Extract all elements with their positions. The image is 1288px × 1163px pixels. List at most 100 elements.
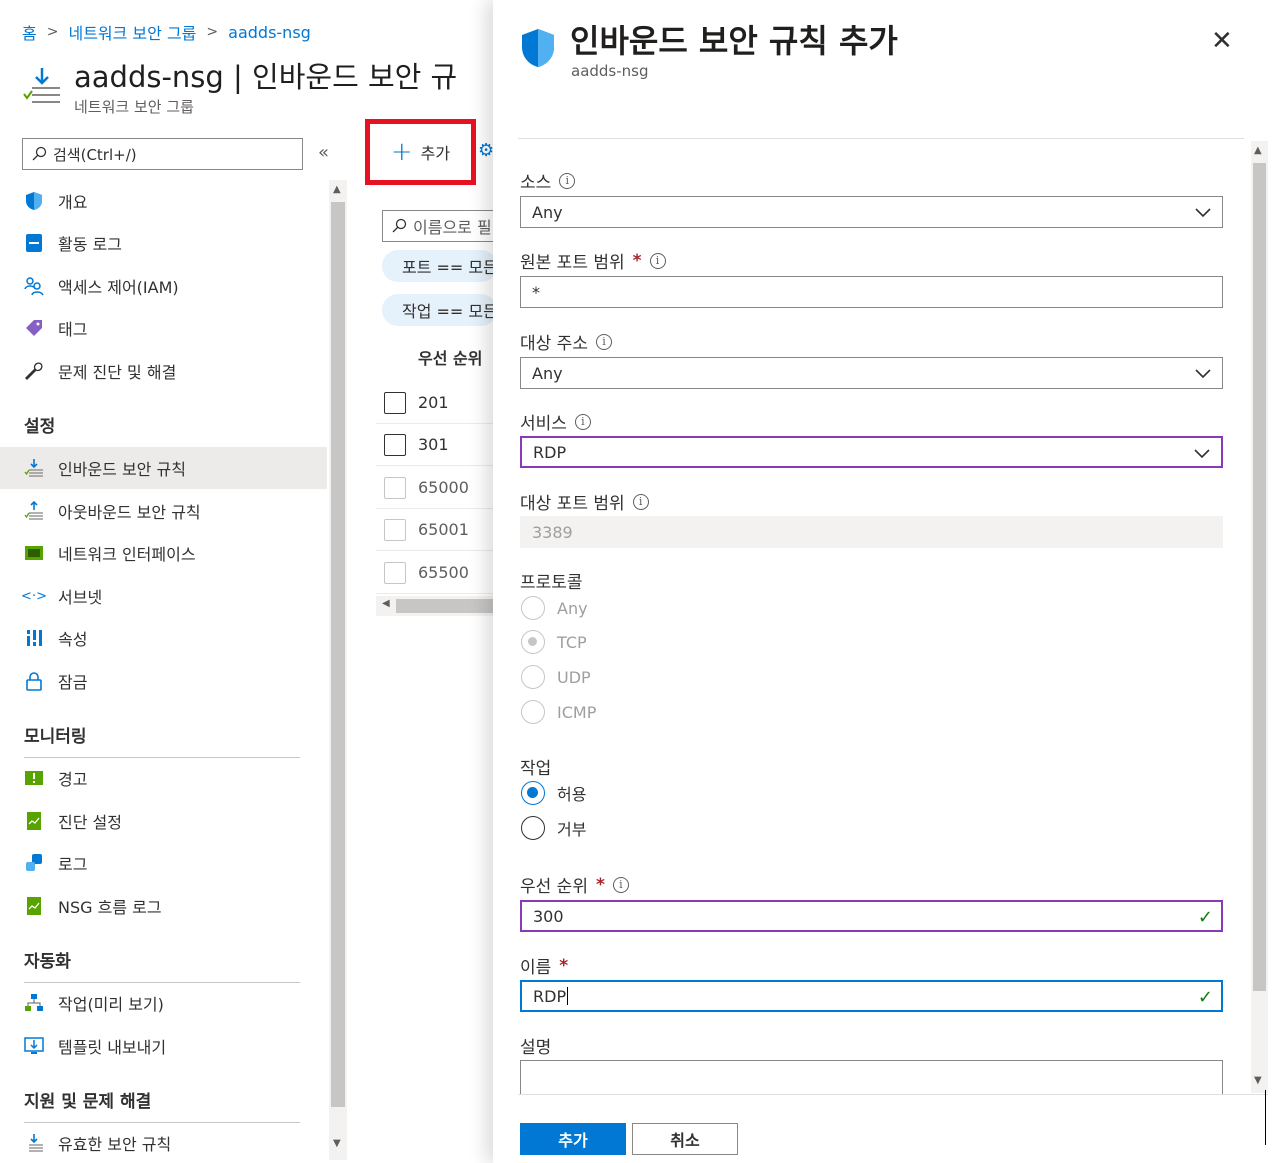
sidebar-item-diagnose[interactable]: 문제 진단 및 해결 [0, 350, 327, 392]
scrollbar-thumb[interactable] [396, 599, 496, 613]
add-button[interactable]: 추가 [520, 1123, 626, 1155]
scroll-up-icon[interactable]: ▲ [333, 184, 341, 195]
priority-input[interactable]: 300 ✓ [520, 900, 1223, 932]
info-icon[interactable]: i [595, 333, 612, 350]
scrollbar-thumb[interactable] [1253, 163, 1266, 991]
sidebar-search-placeholder: 검색(Ctrl+/) [53, 145, 137, 164]
search-icon [32, 146, 47, 161]
subnet-icon: <·> [21, 588, 47, 604]
table-row[interactable]: 201 [376, 382, 496, 424]
action-radio-allow[interactable]: 허용 [521, 781, 586, 805]
scroll-down-icon[interactable]: ▼ [1254, 1075, 1262, 1086]
sidebar-item-label: 아웃바운드 보안 규칙 [58, 503, 201, 522]
edit-columns-icon[interactable]: ⚙ [478, 140, 494, 161]
sidebar-item-locks[interactable]: 잠금 [0, 660, 327, 702]
destination-port-label-text: 대상 포트 범위 [520, 494, 625, 514]
sidebar-item-label: 속성 [58, 630, 88, 649]
info-icon[interactable]: i [632, 493, 649, 510]
collapse-sidebar-button[interactable]: « [318, 142, 329, 163]
service-dropdown[interactable]: RDP [520, 436, 1223, 468]
action-radio-deny[interactable]: 거부 [521, 816, 586, 840]
sidebar-item-inbound-rules[interactable]: 인바운드 보안 규칙 [0, 447, 327, 489]
row-priority: 65000 [418, 478, 469, 497]
name-input[interactable]: RDP ✓ [520, 980, 1223, 1012]
scrollbar-thumb[interactable] [331, 202, 345, 1107]
name-value: RDP [533, 986, 567, 1006]
table-horizontal-scrollbar[interactable]: ◀ [376, 596, 496, 616]
sidebar-item-subnets[interactable]: <·> 서브넷 [0, 575, 327, 617]
sidebar-item-label: 문제 진단 및 해결 [58, 363, 177, 382]
destination-port-input: 3389 [520, 516, 1223, 548]
sidebar-item-label: 잠금 [58, 673, 88, 692]
priority-label: 우선 순위 * i [520, 872, 629, 897]
row-checkbox[interactable] [384, 433, 406, 456]
rules-search-input[interactable]: 이름으로 필 [382, 210, 497, 242]
row-priority: 65500 [418, 563, 469, 582]
required-mark: * [595, 874, 605, 895]
close-icon[interactable]: ✕ [1211, 26, 1233, 56]
source-label: 소스 i [520, 168, 576, 193]
panel-divider [518, 138, 1244, 139]
wrench-icon [24, 361, 44, 381]
breadcrumb-aadds[interactable]: aadds-nsg [228, 23, 311, 42]
sidebar-item-network-interfaces[interactable]: 네트워크 인터페이스 [0, 532, 327, 574]
table-row[interactable]: 65000 [376, 467, 496, 509]
chevron-down-icon [1195, 208, 1211, 218]
inbound-icon [24, 458, 44, 478]
source-dropdown[interactable]: Any [520, 196, 1223, 228]
sidebar-item-iam[interactable]: 액세스 제어(IAM) [0, 265, 327, 307]
cancel-button[interactable]: 취소 [632, 1123, 738, 1155]
sidebar-item-tasks[interactable]: 작업(미리 보기) [0, 982, 327, 1024]
info-icon[interactable]: i [649, 252, 666, 269]
radio-circle[interactable] [521, 816, 545, 840]
chevron-right-icon: > [46, 24, 59, 40]
sidebar-scrollbar[interactable]: ▲ ▼ [329, 180, 347, 1160]
table-row[interactable]: 65500 [376, 552, 496, 594]
table-row[interactable]: 301 [376, 424, 496, 466]
sidebar-item-effective-rules[interactable]: 유효한 보안 규칙 [0, 1122, 327, 1163]
scroll-down-icon[interactable]: ▼ [333, 1138, 341, 1149]
logs-icon [24, 853, 44, 873]
sidebar-item-label: 액세스 제어(IAM) [58, 278, 179, 297]
breadcrumb-home[interactable]: 홈 [22, 20, 37, 44]
description-textarea[interactable] [520, 1060, 1223, 1094]
destination-dropdown[interactable]: Any [520, 357, 1223, 389]
filter-action-pill[interactable]: 작업 == 모든 [382, 294, 497, 326]
filter-port-pill[interactable]: 포트 == 모든 [382, 250, 497, 282]
sidebar-item-overview[interactable]: 개요 [0, 180, 327, 222]
page-subtitle: 네트워크 보안 그룹 [74, 98, 194, 116]
diagnostic-icon [24, 811, 44, 831]
table-row[interactable]: 65001 [376, 509, 496, 551]
sidebar-item-diagnostic-settings[interactable]: 진단 설정 [0, 800, 327, 842]
action-label: 작업 [520, 759, 552, 779]
column-header-priority[interactable]: 우선 순위 [418, 345, 482, 369]
sidebar-item-outbound-rules[interactable]: 아웃바운드 보안 규칙 [0, 490, 327, 532]
panel-scrollbar[interactable]: ▲ ▼ [1251, 141, 1268, 1093]
alert-icon [24, 768, 44, 788]
chevron-down-icon [1195, 369, 1211, 379]
divider-line [1265, 1090, 1266, 1145]
row-checkbox[interactable] [384, 391, 406, 414]
sidebar-item-nsg-flow-logs[interactable]: NSG 흐름 로그 [0, 885, 327, 927]
sidebar-item-logs[interactable]: 로그 [0, 842, 327, 884]
radio-circle[interactable] [521, 781, 545, 805]
add-rule-button[interactable]: + 추가 [365, 119, 476, 185]
source-port-input[interactable]: * [520, 276, 1223, 308]
sidebar-item-alerts[interactable]: 경고 [0, 757, 327, 799]
row-checkbox [384, 518, 406, 541]
info-icon[interactable]: i [612, 876, 629, 893]
info-icon[interactable]: i [574, 413, 591, 430]
sidebar-item-activity-log[interactable]: 활동 로그 [0, 222, 327, 264]
scroll-up-icon[interactable]: ▲ [1254, 145, 1262, 156]
panel-subtitle: aadds-nsg [571, 62, 649, 80]
sidebar-item-export-template[interactable]: 템플릿 내보내기 [0, 1025, 327, 1067]
info-icon[interactable]: i [559, 172, 576, 189]
breadcrumb-nsg[interactable]: 네트워크 보안 그룹 [68, 20, 196, 44]
scroll-left-icon[interactable]: ◀ [382, 598, 390, 609]
sidebar-search-input[interactable]: 검색(Ctrl+/) [22, 138, 303, 170]
protocol-radio-any: Any [521, 596, 588, 620]
sidebar-item-tags[interactable]: 태그 [0, 307, 327, 349]
sidebar-item-properties[interactable]: 속성 [0, 617, 327, 659]
sidebar-item-label: 유효한 보안 규칙 [58, 1135, 172, 1154]
section-heading-automation: 자동화 [24, 947, 300, 983]
